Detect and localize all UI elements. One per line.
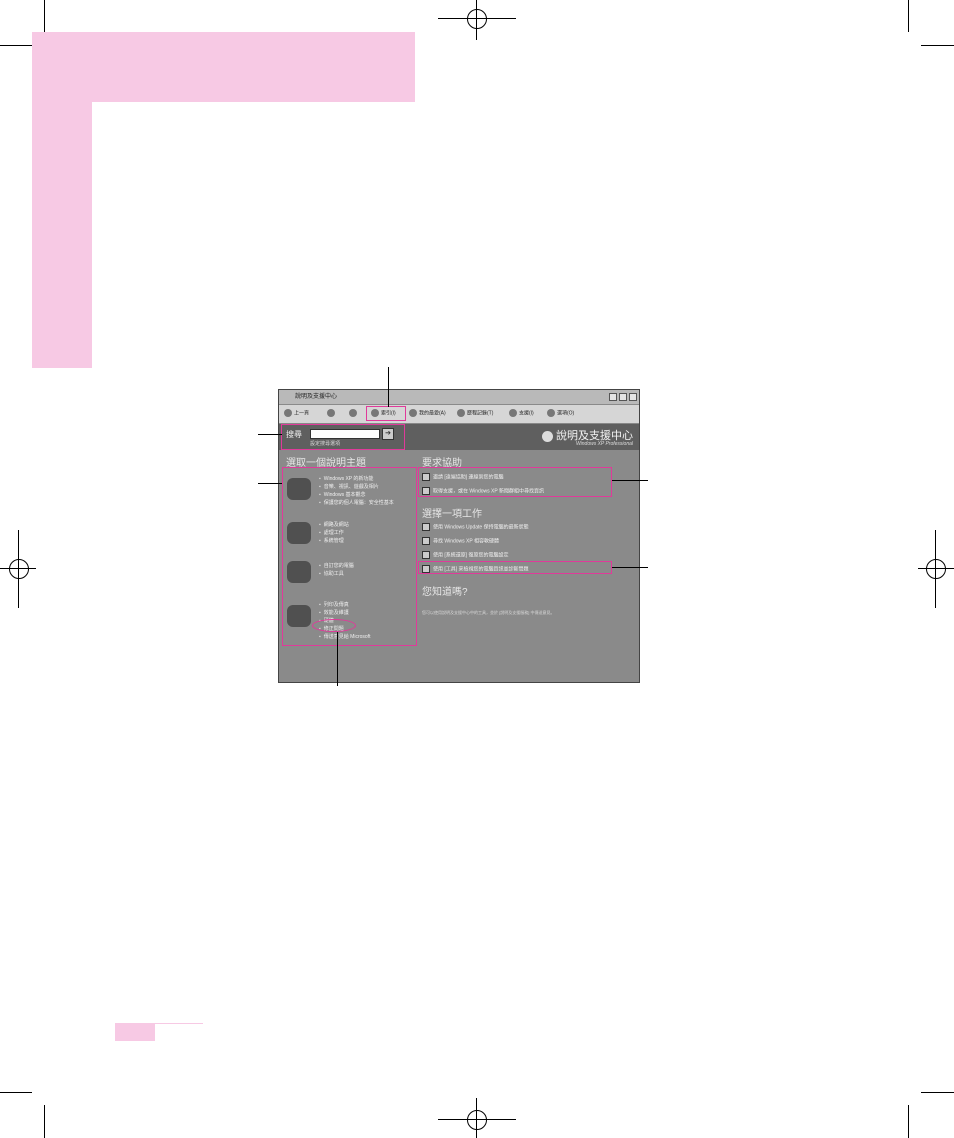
brand-subtitle: Windows XP Professional — [575, 441, 633, 447]
tasks-heading: 選擇一項工作 — [422, 509, 482, 520]
crop-mark — [44, 0, 45, 32]
crop-mark — [908, 0, 909, 32]
crop-mark — [44, 1105, 45, 1138]
registration-line — [438, 1119, 516, 1120]
tools-highlight — [418, 561, 612, 574]
search-highlight — [281, 424, 405, 450]
toolbar: 上一頁 索引(I) 我的最愛(A) 歷程記錄(T) 支援(I) 選項(O) — [279, 405, 639, 424]
page-number-tab — [115, 1023, 155, 1041]
task-link[interactable]: 使用 [系統還原] 復原您的電腦設定 — [422, 551, 509, 559]
star-icon — [409, 409, 417, 417]
help-icon — [542, 430, 553, 442]
maximize-button[interactable] — [619, 393, 627, 401]
page-number-rule — [155, 1023, 203, 1024]
window-titlebar: 說明及支援中心 — [279, 390, 639, 404]
registration-line — [476, 1098, 477, 1138]
minimize-button[interactable] — [609, 393, 617, 401]
task-icon — [422, 537, 430, 545]
crop-mark — [908, 1105, 909, 1138]
home-button[interactable] — [349, 409, 359, 417]
side-color-bar — [32, 32, 92, 368]
history-button[interactable]: 歷程記錄(T) — [457, 409, 493, 417]
home-icon — [349, 409, 357, 417]
registration-mark — [467, 9, 487, 29]
options-icon — [547, 409, 555, 417]
task-icon — [422, 551, 430, 559]
task-link[interactable]: 使用 Windows Update 保持電腦的最新狀態 — [422, 523, 529, 531]
index-highlight — [366, 406, 406, 421]
registration-line — [18, 530, 19, 608]
history-icon — [457, 409, 465, 417]
leader-line — [258, 434, 282, 435]
favorites-button[interactable]: 我的最愛(A) — [409, 409, 446, 417]
did-you-know-text: 您可以使用說明及支援中心中的工具，並於 [說明及支援服務] 中傳送意見。 — [422, 610, 555, 615]
forward-arrow-icon — [327, 409, 335, 417]
task-link[interactable]: 尋找 Windows XP 相容軟硬體 — [422, 537, 499, 545]
fix-problem-highlight — [312, 619, 356, 632]
back-button[interactable]: 上一頁 — [284, 409, 309, 417]
topics-highlight — [282, 467, 417, 646]
leader-line — [612, 480, 648, 481]
registration-mark — [467, 1110, 487, 1130]
leader-line — [258, 483, 282, 484]
assistance-highlight — [418, 467, 612, 497]
options-button[interactable]: 選項(O) — [547, 409, 574, 417]
back-arrow-icon — [284, 409, 292, 417]
close-button[interactable] — [629, 393, 637, 401]
leader-line — [612, 567, 648, 568]
did-you-know-heading: 您知道嗎? — [422, 587, 468, 598]
leader-line — [337, 632, 338, 686]
task-icon — [422, 523, 430, 531]
crop-mark — [921, 45, 954, 46]
registration-mark — [9, 559, 29, 579]
crop-mark — [921, 1092, 954, 1093]
forward-button[interactable] — [327, 409, 337, 417]
crop-mark — [0, 45, 32, 46]
window-title: 說明及支援中心 — [295, 394, 338, 400]
leader-line — [388, 367, 389, 407]
registration-mark — [926, 559, 946, 579]
registration-line — [935, 530, 936, 608]
crop-mark — [0, 1092, 32, 1093]
registration-line — [438, 18, 516, 19]
support-button[interactable]: 支援(I) — [509, 409, 534, 417]
registration-line — [918, 568, 954, 569]
registration-line — [476, 0, 477, 40]
support-icon — [509, 409, 517, 417]
